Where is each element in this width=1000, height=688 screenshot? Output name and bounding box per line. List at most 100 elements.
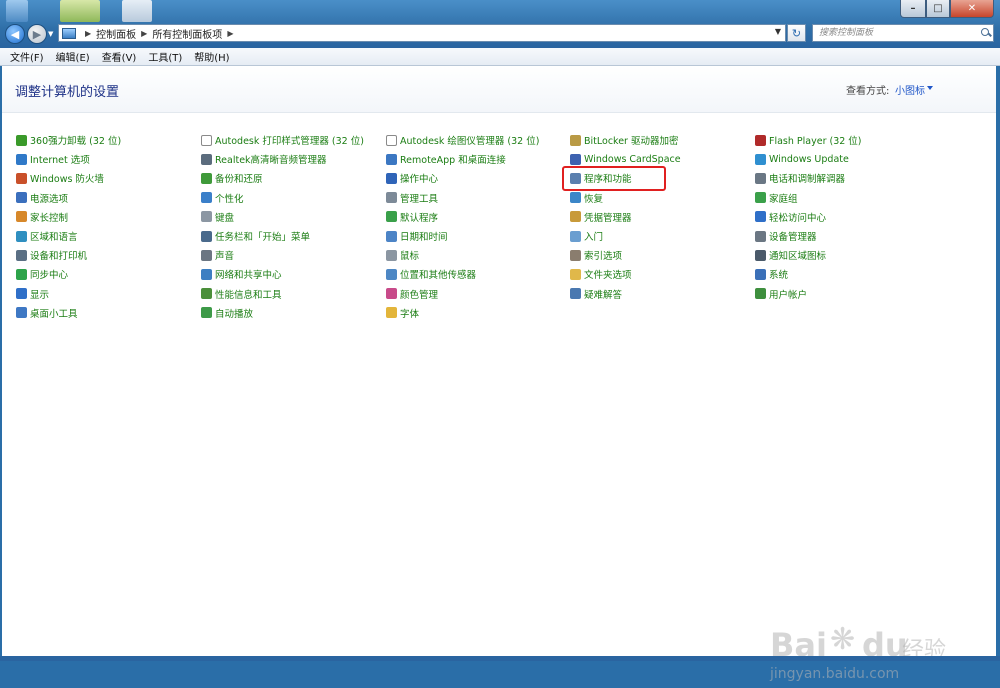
- minimize-button[interactable]: –: [900, 0, 926, 18]
- address-dropdown-icon[interactable]: ▼: [775, 27, 781, 36]
- control-panel-item[interactable]: 键盘: [201, 209, 234, 225]
- control-panel-item-label: Realtek高清晰音频管理器: [215, 155, 327, 167]
- control-panel-item[interactable]: 设备和打印机: [16, 247, 87, 263]
- control-panel-item[interactable]: 360强力卸载 (32 位): [16, 132, 121, 148]
- control-panel-item[interactable]: 区域和语言: [16, 228, 78, 244]
- control-panel-item-label: 个性化: [215, 193, 244, 205]
- control-panel-item[interactable]: 声音: [201, 247, 234, 263]
- font-icon: [386, 307, 397, 319]
- menu-edit[interactable]: 编辑(E): [56, 49, 90, 64]
- control-panel-item[interactable]: Windows 防火墙: [16, 170, 104, 186]
- control-panel-item[interactable]: 管理工具: [386, 190, 438, 206]
- control-panel-item[interactable]: 系统: [755, 266, 788, 282]
- control-panel-item[interactable]: 任务栏和「开始」菜单: [201, 228, 310, 244]
- history-dropdown-icon[interactable]: ▼: [48, 30, 53, 38]
- control-panel-item[interactable]: 索引选项: [570, 247, 622, 263]
- control-panel-item[interactable]: 同步中心: [16, 266, 68, 282]
- control-panel-item[interactable]: 日期和时间: [386, 228, 448, 244]
- control-panel-item[interactable]: 家庭组: [755, 190, 798, 206]
- menu-file[interactable]: 文件(F): [10, 49, 44, 64]
- chevron-down-icon[interactable]: [927, 86, 933, 90]
- menu-tools[interactable]: 工具(T): [148, 49, 182, 64]
- search-box[interactable]: [812, 24, 994, 42]
- control-panel-item-label: Windows 防火墙: [30, 174, 104, 186]
- window-controls: – □ ✕: [900, 0, 994, 18]
- control-panel-item-label: 鼠标: [400, 251, 420, 263]
- refresh-button[interactable]: ↻: [787, 24, 806, 42]
- control-panel-item[interactable]: 入门: [570, 228, 603, 244]
- control-panel-item-label: 凭据管理器: [584, 212, 632, 224]
- control-panel-item[interactable]: 凭据管理器: [570, 209, 632, 225]
- control-panel-item-label: Autodesk 绘图仪管理器 (32 位): [400, 136, 540, 147]
- control-panel-item[interactable]: Autodesk 绘图仪管理器 (32 位): [386, 132, 539, 148]
- control-panel-item[interactable]: 疑难解答: [570, 286, 622, 302]
- control-panel-item[interactable]: 文件夹选项: [570, 266, 632, 282]
- color-icon: [386, 288, 397, 300]
- control-panel-item[interactable]: 设备管理器: [755, 228, 817, 244]
- menu-help[interactable]: 帮助(H): [194, 49, 229, 64]
- content-header: 调整计算机的设置 查看方式: 小图标: [2, 66, 996, 113]
- control-panel-item[interactable]: 字体: [386, 305, 419, 321]
- control-panel-item[interactable]: 网络和共享中心: [201, 266, 282, 282]
- control-panel-item[interactable]: 通知区域图标: [755, 247, 826, 263]
- cardspace-icon: [570, 153, 581, 165]
- control-panel-item[interactable]: 默认程序: [386, 209, 438, 225]
- breadcrumb-separator-icon[interactable]: ▶: [85, 29, 91, 38]
- control-panel-item[interactable]: 电源选项: [16, 190, 68, 206]
- control-panel-item[interactable]: 鼠标: [386, 247, 419, 263]
- control-panel-item[interactable]: Internet 选项: [16, 151, 90, 167]
- control-panel-item[interactable]: 电话和调制解调器: [755, 170, 845, 186]
- control-panel-item[interactable]: Windows Update: [755, 151, 849, 167]
- breadcrumb-separator-icon[interactable]: ▶: [227, 29, 233, 38]
- control-panel-item-label: 键盘: [215, 212, 235, 224]
- view-by-dropdown[interactable]: 小图标: [895, 82, 925, 97]
- back-button[interactable]: ◀: [5, 24, 25, 44]
- control-panel-item-label: 360强力卸载 (32 位): [30, 136, 122, 147]
- control-panel-item[interactable]: 轻松访问中心: [755, 209, 826, 225]
- breadcrumb-separator-icon[interactable]: ▶: [141, 29, 147, 38]
- control-panel-item-label: 声音: [215, 251, 235, 263]
- control-panel-item[interactable]: 操作中心: [386, 170, 438, 186]
- uninstall-icon: [16, 134, 27, 146]
- control-panel-item[interactable]: 用户帐户: [755, 286, 807, 302]
- control-panel-item-label: 疑难解答: [584, 289, 623, 301]
- control-panel-item-label: RemoteApp 和桌面连接: [400, 155, 506, 167]
- control-panel-item[interactable]: RemoteApp 和桌面连接: [386, 151, 506, 167]
- search-icon[interactable]: [981, 28, 991, 38]
- device-manager-icon: [755, 230, 766, 242]
- control-panel-item[interactable]: Windows CardSpace: [570, 151, 681, 167]
- control-panel-item[interactable]: 显示: [16, 286, 49, 302]
- performance-icon: [201, 288, 212, 300]
- forward-button[interactable]: ▶: [27, 24, 47, 44]
- control-panel-item[interactable]: 桌面小工具: [16, 305, 78, 321]
- search-input[interactable]: [813, 25, 979, 41]
- getting-started-icon: [570, 230, 581, 242]
- region-icon: [16, 230, 27, 242]
- notify-icon: [755, 249, 766, 261]
- parental-icon: [16, 211, 27, 223]
- control-panel-item-label: 颜色管理: [400, 289, 439, 301]
- control-panel-item-label: 设备和打印机: [30, 251, 88, 263]
- keyboard-icon: [201, 211, 212, 223]
- address-bar[interactable]: ▶ 控制面板 ▶ 所有控制面板项 ▶ ▼: [58, 24, 786, 42]
- menu-view[interactable]: 查看(V): [102, 49, 137, 64]
- breadcrumb-control-panel[interactable]: 控制面板: [96, 26, 136, 41]
- maximize-button[interactable]: □: [926, 0, 950, 18]
- control-panel-item[interactable]: 备份和还原: [201, 170, 263, 186]
- control-panel-item[interactable]: 位置和其他传感器: [386, 266, 476, 282]
- desktop-icon-stub: [60, 0, 100, 22]
- control-panel-item[interactable]: BitLocker 驱动器加密: [570, 132, 678, 148]
- close-button[interactable]: ✕: [950, 0, 994, 18]
- control-panel-item[interactable]: Autodesk 打印样式管理器 (32 位): [201, 132, 364, 148]
- control-panel-item[interactable]: 性能信息和工具: [201, 286, 282, 302]
- window-titlebar: – □ ✕ ◀ ▶ ▼ ▶ 控制面板 ▶ 所有控制面板项 ▶ ▼ ↻: [0, 0, 1000, 48]
- control-panel-item[interactable]: 恢复: [570, 190, 603, 206]
- breadcrumb-all-items[interactable]: 所有控制面板项: [152, 26, 222, 41]
- control-panel-item[interactable]: 颜色管理: [386, 286, 438, 302]
- control-panel-item[interactable]: Flash Player (32 位): [755, 132, 862, 148]
- control-panel-item[interactable]: Realtek高清晰音频管理器: [201, 151, 327, 167]
- control-panel-item[interactable]: 家长控制: [16, 209, 68, 225]
- control-panel-item[interactable]: 自动播放: [201, 305, 253, 321]
- control-panel-item[interactable]: 个性化: [201, 190, 244, 206]
- control-panel-item-label: Internet 选项: [30, 155, 90, 167]
